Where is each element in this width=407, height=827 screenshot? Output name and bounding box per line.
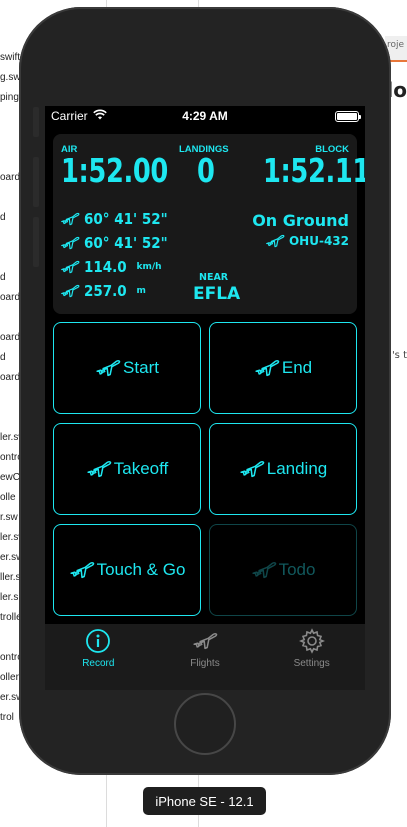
navigator-file-item[interactable]: olle: [0, 492, 16, 503]
navigator-file-item[interactable]: d: [0, 212, 6, 223]
navigator-file-item[interactable]: oard: [0, 172, 20, 183]
navigator-file-item[interactable]: d: [0, 272, 6, 283]
todo-button[interactable]: Todo: [209, 524, 357, 616]
tab-settings[interactable]: Settings: [272, 628, 352, 690]
block-time: 1:52.11: [263, 151, 365, 190]
airplane-tab-icon: [192, 628, 218, 654]
status-bar: Carrier 4:29 AM: [45, 106, 365, 126]
takeoff-button[interactable]: Takeoff: [53, 423, 201, 515]
status-time: 4:29 AM: [182, 109, 228, 123]
touch-and-go-button[interactable]: Touch & Go: [53, 524, 201, 616]
airplane-icon: [265, 233, 285, 249]
touch-and-go-button-label: Touch & Go: [96, 560, 186, 579]
app-screen: Carrier 4:29 AM AIR 1:52.00 LANDINGS 0 B…: [45, 106, 365, 690]
tab-settings-label: Settings: [293, 658, 330, 669]
airplane-icon: [60, 235, 80, 251]
navigator-file-item[interactable]: oard: [0, 332, 20, 343]
longitude-value: 60° 41' 52": [84, 234, 168, 252]
airplane-icon: [95, 358, 121, 378]
todo-button-label: Todo: [278, 560, 316, 579]
airplane-icon: [86, 459, 112, 479]
end-button[interactable]: End: [209, 322, 357, 414]
airplane-icon: [60, 259, 80, 275]
speed-unit: km/h: [136, 262, 162, 272]
navigator-file-item[interactable]: oller: [0, 672, 19, 683]
tab-flights[interactable]: Flights: [165, 628, 245, 690]
navigator-file-item[interactable]: oard: [0, 292, 20, 303]
navigator-file-item[interactable]: ewC: [0, 472, 20, 483]
landing-button-label: Landing: [266, 459, 328, 478]
speed-value: 114.0: [84, 258, 127, 276]
navigator-file-item[interactable]: trol: [0, 712, 14, 723]
latitude-value: 60° 41' 52": [84, 210, 168, 228]
device-volume-up: [33, 157, 39, 207]
speed-row: 114.0 km/h: [60, 258, 162, 276]
takeoff-button-label: Takeoff: [113, 459, 169, 478]
navigator-file-item[interactable]: d: [0, 352, 6, 363]
navigator-file-item[interactable]: g.sw: [0, 72, 21, 83]
simulator-device-label: iPhone SE - 12.1: [143, 787, 266, 815]
navigator-file-item[interactable]: oard: [0, 372, 20, 383]
airplane-icon: [254, 358, 280, 378]
start-button[interactable]: Start: [53, 322, 201, 414]
near-airport: EFLA: [193, 284, 241, 304]
airplane-icon: [251, 560, 277, 580]
tab-bar: Record Flights Settings: [45, 624, 365, 690]
altitude-value: 257.0: [84, 282, 127, 300]
airplane-icon: [60, 211, 80, 227]
registration-row: OHU-432: [265, 233, 349, 249]
navigator-file-item[interactable]: ping: [0, 92, 19, 103]
tab-record-label: Record: [82, 658, 115, 669]
ground-status: On Ground: [252, 211, 349, 230]
airplane-icon: [239, 459, 265, 479]
device-volume-down: [33, 217, 39, 267]
editor-side-text: 's t: [391, 350, 407, 361]
flight-summary-panel: AIR 1:52.00 LANDINGS 0 BLOCK 1:52.11 60°…: [53, 134, 365, 314]
landings-count: 0: [197, 151, 215, 190]
altitude-row: 257.0 m: [60, 282, 146, 300]
device-mute-switch: [33, 107, 39, 137]
registration-value: OHU-432: [288, 234, 349, 248]
air-time: 1:52.00: [61, 151, 168, 190]
navigator-file-item[interactable]: r.sw: [0, 512, 18, 523]
home-button[interactable]: [174, 693, 236, 755]
tab-flights-label: Flights: [190, 658, 220, 669]
navigator-file-item[interactable]: swift: [0, 52, 20, 63]
navigator-file-item[interactable]: ler.s: [0, 592, 18, 603]
altitude-unit: m: [136, 286, 146, 296]
airplane-icon: [69, 560, 95, 580]
battery-icon: [335, 110, 361, 122]
near-label: NEAR: [199, 272, 229, 283]
gear-icon: [298, 628, 325, 654]
info-icon: [85, 628, 111, 654]
tab-record[interactable]: Record: [58, 628, 138, 690]
longitude-row: 60° 41' 52": [60, 234, 177, 252]
airplane-icon: [60, 283, 80, 299]
latitude-row: 60° 41' 52": [60, 210, 177, 228]
start-button-label: Start: [123, 358, 159, 377]
end-button-label: End: [281, 358, 313, 377]
landing-button[interactable]: Landing: [209, 423, 357, 515]
